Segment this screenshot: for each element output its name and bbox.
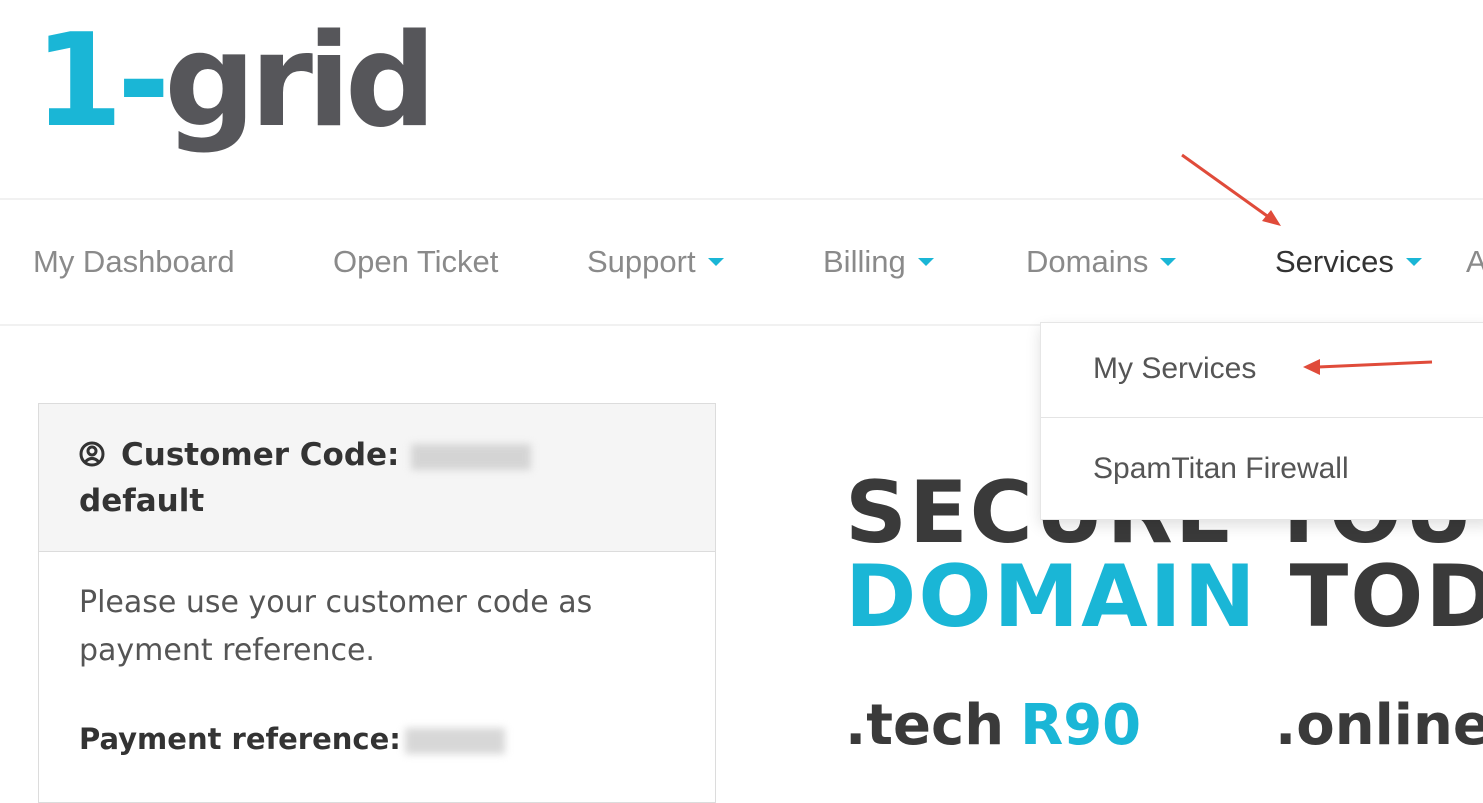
nav-open-ticket[interactable]: Open Ticket [333,240,498,284]
offer-extension: .online [1275,693,1483,758]
nav-label: A [1466,244,1483,279]
nav-support[interactable]: Support [587,240,724,284]
offer-extension: .tech [845,693,1005,758]
nav-billing[interactable]: Billing [823,240,934,284]
promo-offer-online: .online [1275,698,1483,754]
menu-item-my-services[interactable]: My Services [1041,323,1483,415]
logo-part-1: 1- [34,7,170,156]
promo-accent-word: DOMAIN [845,547,1258,647]
panel-header: Customer Code: default [39,404,715,552]
menu-item-spamtitan-firewall[interactable]: SpamTitan Firewall [1041,423,1483,515]
chevron-down-icon [1405,257,1422,266]
menu-item-label: SpamTitan Firewall [1093,452,1349,485]
nav-label: Services [1275,244,1394,279]
services-dropdown-menu: My Services SpamTitan Firewall [1040,322,1483,520]
customer-code-panel: Customer Code: default Please use your c… [38,403,716,803]
promo-offer-tech: .tech R90 [845,698,1141,754]
promo-headline-2: DOMAIN TODAY [845,554,1483,640]
promo-dark-word: TODAY [1289,547,1483,647]
nav-label: Domains [1026,244,1149,279]
payment-reference-label: Payment reference: [79,722,401,756]
chevron-down-icon [1160,257,1177,266]
customer-code-value-redacted [411,443,532,470]
menu-divider [1041,417,1483,418]
panel-body-text: Please use your customer code as payment… [79,585,593,668]
site-header: 1-grid [0,0,1483,198]
nav-label: Billing [823,244,906,279]
panel-title: Customer Code: default [79,432,679,524]
menu-item-label: My Services [1093,352,1257,385]
nav-label: Support [587,244,696,279]
nav-domains[interactable]: Domains [1026,240,1177,284]
nav-account-truncated[interactable]: A [1466,240,1483,284]
nav-label: Open Ticket [333,244,499,279]
chevron-down-icon [707,257,724,266]
customer-code-suffix: default [79,483,205,519]
nav-services[interactable]: Services [1275,240,1422,284]
logo-part-2: grid [164,7,436,156]
payment-reference: Payment reference: [79,722,505,756]
payment-reference-value-redacted [404,728,505,754]
nav-my-dashboard[interactable]: My Dashboard [33,240,235,284]
main-nav: My Dashboard Open Ticket Support Billing… [0,200,1483,324]
nav-label: My Dashboard [33,244,235,279]
user-circle-icon [79,441,105,467]
brand-logo[interactable]: 1-grid [34,18,436,173]
offer-price: R90 [1020,693,1142,758]
chevron-down-icon [917,257,934,266]
customer-code-label: Customer Code: [121,437,400,473]
